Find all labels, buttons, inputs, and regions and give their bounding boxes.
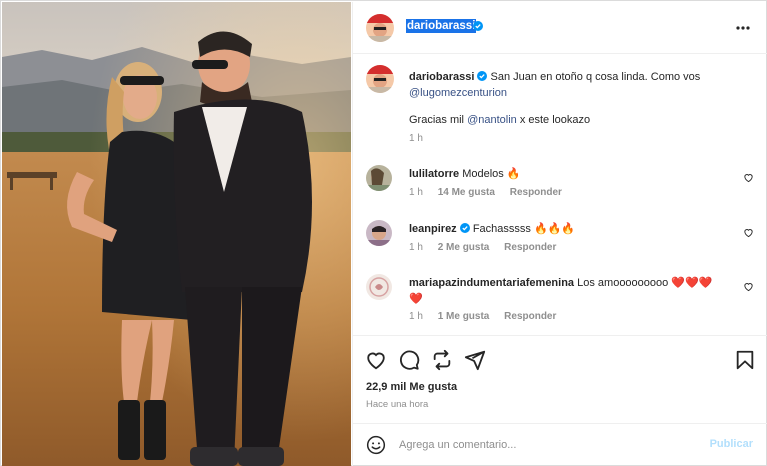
comment-meta: 1 h 2 Me gusta Responder bbox=[409, 242, 568, 253]
comment-body: leanpirez Fachasssss 🔥🔥🔥 bbox=[409, 221, 729, 237]
instagram-post-modal: dariobarassi dariobarassi San Juan en ot… bbox=[0, 0, 767, 466]
caption-line2-prefix: Gracias mil bbox=[409, 114, 468, 126]
comment-reply-button[interactable]: Responder bbox=[504, 311, 556, 322]
comment-time[interactable]: 1 h bbox=[409, 242, 423, 253]
comment-text: Modelos 🔥 bbox=[462, 168, 521, 180]
caption-username-link[interactable]: dariobarassi bbox=[409, 71, 474, 83]
like-heart-icon[interactable] bbox=[365, 349, 387, 371]
caption-line2-mention-link[interactable]: @nantolin bbox=[467, 114, 517, 126]
comment-bubble-icon[interactable] bbox=[398, 349, 420, 371]
emoji-picker-icon[interactable] bbox=[366, 435, 386, 455]
caption-timestamp[interactable]: 1 h bbox=[409, 133, 423, 144]
likes-count-link[interactable]: 22,9 mil Me gusta bbox=[366, 381, 457, 393]
share-send-icon[interactable] bbox=[464, 349, 486, 371]
comment-time[interactable]: 1 h bbox=[409, 187, 423, 198]
comment-likes-link[interactable]: 14 Me gusta bbox=[438, 187, 495, 198]
comment-meta: 1 h 14 Me gusta Responder bbox=[409, 187, 574, 198]
comment-likes-link[interactable]: 1 Me gusta bbox=[438, 311, 490, 322]
post-caption: dariobarassi San Juan en otoño q cosa li… bbox=[409, 69, 749, 101]
comment-text: Los amooooooooo ❤️❤️❤️ bbox=[577, 277, 713, 289]
commenter-username-link[interactable]: mariapazindumentariafemenina bbox=[409, 277, 574, 289]
author-username-link[interactable]: dariobarassi bbox=[406, 19, 477, 33]
comment-likes-link[interactable]: 2 Me gusta bbox=[438, 242, 490, 253]
post-action-bar bbox=[353, 335, 767, 383]
like-comment-heart-icon[interactable] bbox=[743, 172, 754, 183]
caption-text: San Juan en otoño q cosa linda. Como vos bbox=[490, 71, 701, 83]
verified-badge-icon bbox=[473, 21, 483, 31]
comment-reply-button[interactable]: Responder bbox=[504, 242, 556, 253]
caption-author-avatar[interactable] bbox=[366, 65, 394, 93]
verified-badge-icon bbox=[477, 70, 488, 81]
comment-text: Fachasssss 🔥🔥🔥 bbox=[472, 223, 576, 235]
caption-line-2: Gracias mil @nantolin x este lookazo bbox=[409, 112, 590, 128]
post-side-panel: dariobarassi dariobarassi San Juan en ot… bbox=[352, 2, 767, 466]
verified-badge-icon bbox=[459, 222, 470, 233]
comment-body: lulilatorre Modelos 🔥 bbox=[409, 166, 729, 182]
add-comment-bar: Publicar bbox=[353, 423, 767, 466]
comment-reply-button[interactable]: Responder bbox=[510, 187, 562, 198]
comment-meta: 1 h 1 Me gusta Responder bbox=[409, 311, 568, 322]
like-comment-heart-icon[interactable] bbox=[743, 281, 754, 292]
commenter-avatar[interactable] bbox=[366, 274, 392, 300]
commenter-avatar[interactable] bbox=[366, 220, 392, 246]
more-options-icon[interactable] bbox=[735, 20, 751, 36]
commenter-username-link[interactable]: lulilatorre bbox=[409, 168, 459, 180]
like-comment-heart-icon[interactable] bbox=[743, 227, 754, 238]
post-photo-image bbox=[2, 2, 351, 466]
caption-mention-link[interactable]: @lugomezcenturion bbox=[409, 87, 507, 99]
comment-body: mariapazindumentariafemenina Los amooooo… bbox=[409, 275, 729, 307]
save-bookmark-icon[interactable] bbox=[734, 349, 756, 371]
comment-time[interactable]: 1 h bbox=[409, 311, 423, 322]
comment-text-continued: ❤️ bbox=[409, 293, 423, 305]
post-header: dariobarassi bbox=[353, 2, 767, 54]
commenter-avatar[interactable] bbox=[366, 165, 392, 191]
post-photo[interactable] bbox=[2, 2, 351, 466]
publish-comment-button[interactable]: Publicar bbox=[710, 438, 753, 450]
caption-line2-suffix: x este lookazo bbox=[516, 114, 591, 126]
repost-icon[interactable] bbox=[431, 349, 453, 371]
comment-input[interactable] bbox=[399, 436, 699, 454]
commenter-username-link[interactable]: leanpirez bbox=[409, 223, 457, 235]
author-avatar[interactable] bbox=[366, 14, 394, 42]
post-timestamp[interactable]: Hace una hora bbox=[366, 399, 428, 410]
